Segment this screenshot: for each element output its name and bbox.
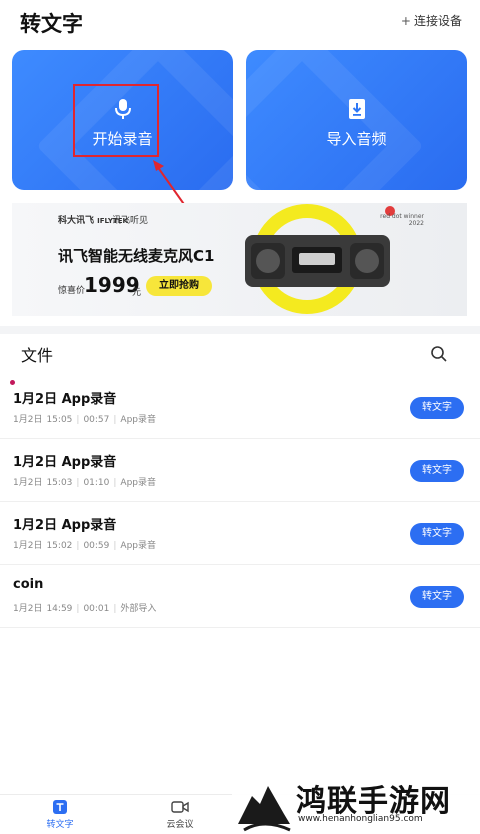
file-meta: 1月2日 14:59 | 00:01 | 外部导入 — [13, 604, 157, 614]
file-meta: 1月2日 15:05 | 00:57 | App录音 — [13, 415, 157, 425]
plus-icon: + — [400, 14, 411, 28]
file-row[interactable]: 1月2日 App录音 1月2日 15:03 | 01:10 | App录音 转文字 — [0, 439, 480, 502]
tab-cloud-meeting[interactable]: 云会议 — [150, 799, 210, 830]
tab-label: 转文字 — [46, 820, 74, 830]
section-divider — [0, 326, 480, 334]
product-image — [245, 204, 390, 314]
annotation-highlight-box — [73, 84, 159, 157]
file-name: coin — [13, 577, 44, 592]
transcribe-button[interactable]: 转文字 — [410, 523, 464, 545]
files-section-title: 文件 — [21, 346, 54, 365]
file-row[interactable]: 1月2日 App录音 1月2日 15:02 | 00:59 | App录音 转文字 — [0, 502, 480, 565]
page-title: 转文字 — [20, 12, 83, 36]
file-row[interactable]: 1月2日 App录音 1月2日 15:05 | 00:57 | App录音 转文字 — [0, 376, 480, 439]
site-watermark: 鸿联手游网 www.henanhonglian95.com — [232, 770, 480, 833]
search-icon[interactable] — [430, 345, 448, 363]
banner-headline: 讯飞智能无线麦克风C1 — [58, 247, 215, 265]
row-divider — [0, 627, 480, 628]
file-name: 1月2日 App录音 — [13, 392, 117, 407]
file-meta: 1月2日 15:03 | 01:10 | App录音 — [13, 478, 157, 488]
file-name: 1月2日 App录音 — [13, 455, 117, 470]
watermark-url: www.henanhonglian95.com — [298, 814, 423, 824]
app-header: 转文字 + 连接设备 — [0, 0, 480, 42]
file-meta: 1月2日 15:02 | 00:59 | App录音 — [13, 541, 157, 551]
transcribe-icon — [53, 800, 67, 814]
transcribe-button[interactable]: 转文字 — [410, 397, 464, 419]
banner-buy-button[interactable]: 立即抢购 — [146, 276, 212, 296]
promo-banner[interactable]: 科大讯飞 IFLYTEK 讯飞听见 讯飞智能无线麦克风C1 惊喜价 1999 元… — [12, 203, 467, 316]
watermark-logo-icon — [238, 786, 291, 832]
video-camera-icon — [171, 801, 189, 813]
tab-label: 云会议 — [166, 820, 194, 830]
tab-transcribe[interactable]: 转文字 — [30, 799, 90, 830]
transcribe-button[interactable]: 转文字 — [410, 586, 464, 608]
file-name: 1月2日 App录音 — [13, 518, 117, 533]
import-audio-label: 导入音频 — [326, 130, 387, 148]
file-row[interactable]: coin 1月2日 14:59 | 00:01 | 外部导入 转文字 — [0, 565, 480, 628]
download-file-icon — [348, 99, 365, 119]
banner-price-label: 惊喜价 — [58, 286, 86, 296]
card-decoration — [246, 50, 424, 190]
connect-device-button[interactable]: + 连接设备 — [401, 12, 462, 29]
import-audio-card[interactable]: 导入音频 — [246, 50, 467, 190]
banner-price-unit: 元 — [132, 288, 142, 298]
connect-device-label: 连接设备 — [413, 14, 462, 28]
banner-brand-secondary: 讯飞听见 — [112, 216, 149, 226]
transcribe-button[interactable]: 转文字 — [410, 460, 464, 482]
